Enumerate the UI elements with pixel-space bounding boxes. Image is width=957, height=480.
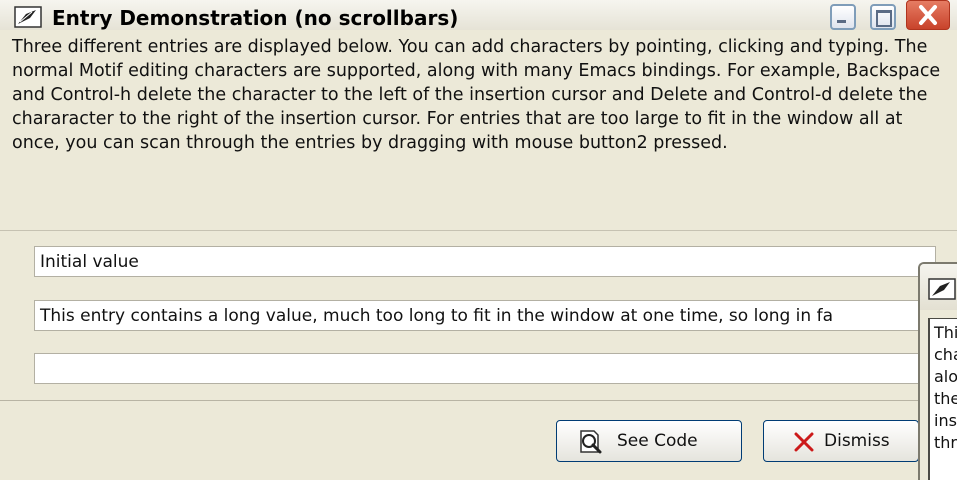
background-window-line: cha — [934, 345, 957, 364]
feather-icon — [14, 6, 42, 28]
x-icon — [794, 432, 814, 457]
background-window-line: the — [934, 389, 957, 408]
entry-initial-value[interactable]: Initial value — [34, 246, 936, 277]
background-window-text: Thi cha alo the ins thr — [928, 318, 957, 480]
title-bar[interactable]: Entry Demonstration (no scrollbars) — [0, 0, 957, 31]
see-code-label: See Code — [617, 431, 698, 451]
feather-icon — [928, 278, 956, 304]
see-code-button[interactable]: See Code — [556, 420, 742, 462]
dismiss-button[interactable]: Dismiss — [763, 420, 919, 462]
background-window-line: alo — [934, 367, 957, 386]
dismiss-label: Dismiss — [824, 431, 890, 451]
close-icon — [919, 5, 937, 25]
entry-empty[interactable] — [34, 353, 936, 384]
background-window-line: thr — [934, 433, 957, 452]
entry-long-value[interactable]: This entry contains a long value, much t… — [34, 300, 936, 331]
background-window[interactable]: Thi cha alo the ins thr — [918, 262, 957, 480]
background-window-line: ins — [934, 411, 957, 430]
maximize-button[interactable] — [870, 4, 896, 30]
background-window-title-bar[interactable] — [920, 264, 957, 310]
window-title: Entry Demonstration (no scrollbars) — [52, 6, 459, 30]
minimize-button[interactable] — [830, 4, 856, 30]
separator — [0, 230, 957, 231]
magnifier-document-icon — [579, 430, 605, 459]
description-text: Three different entries are displayed be… — [12, 37, 941, 153]
background-window-line: Thi — [934, 323, 957, 342]
button-separator — [0, 400, 957, 401]
close-button[interactable] — [906, 0, 950, 30]
